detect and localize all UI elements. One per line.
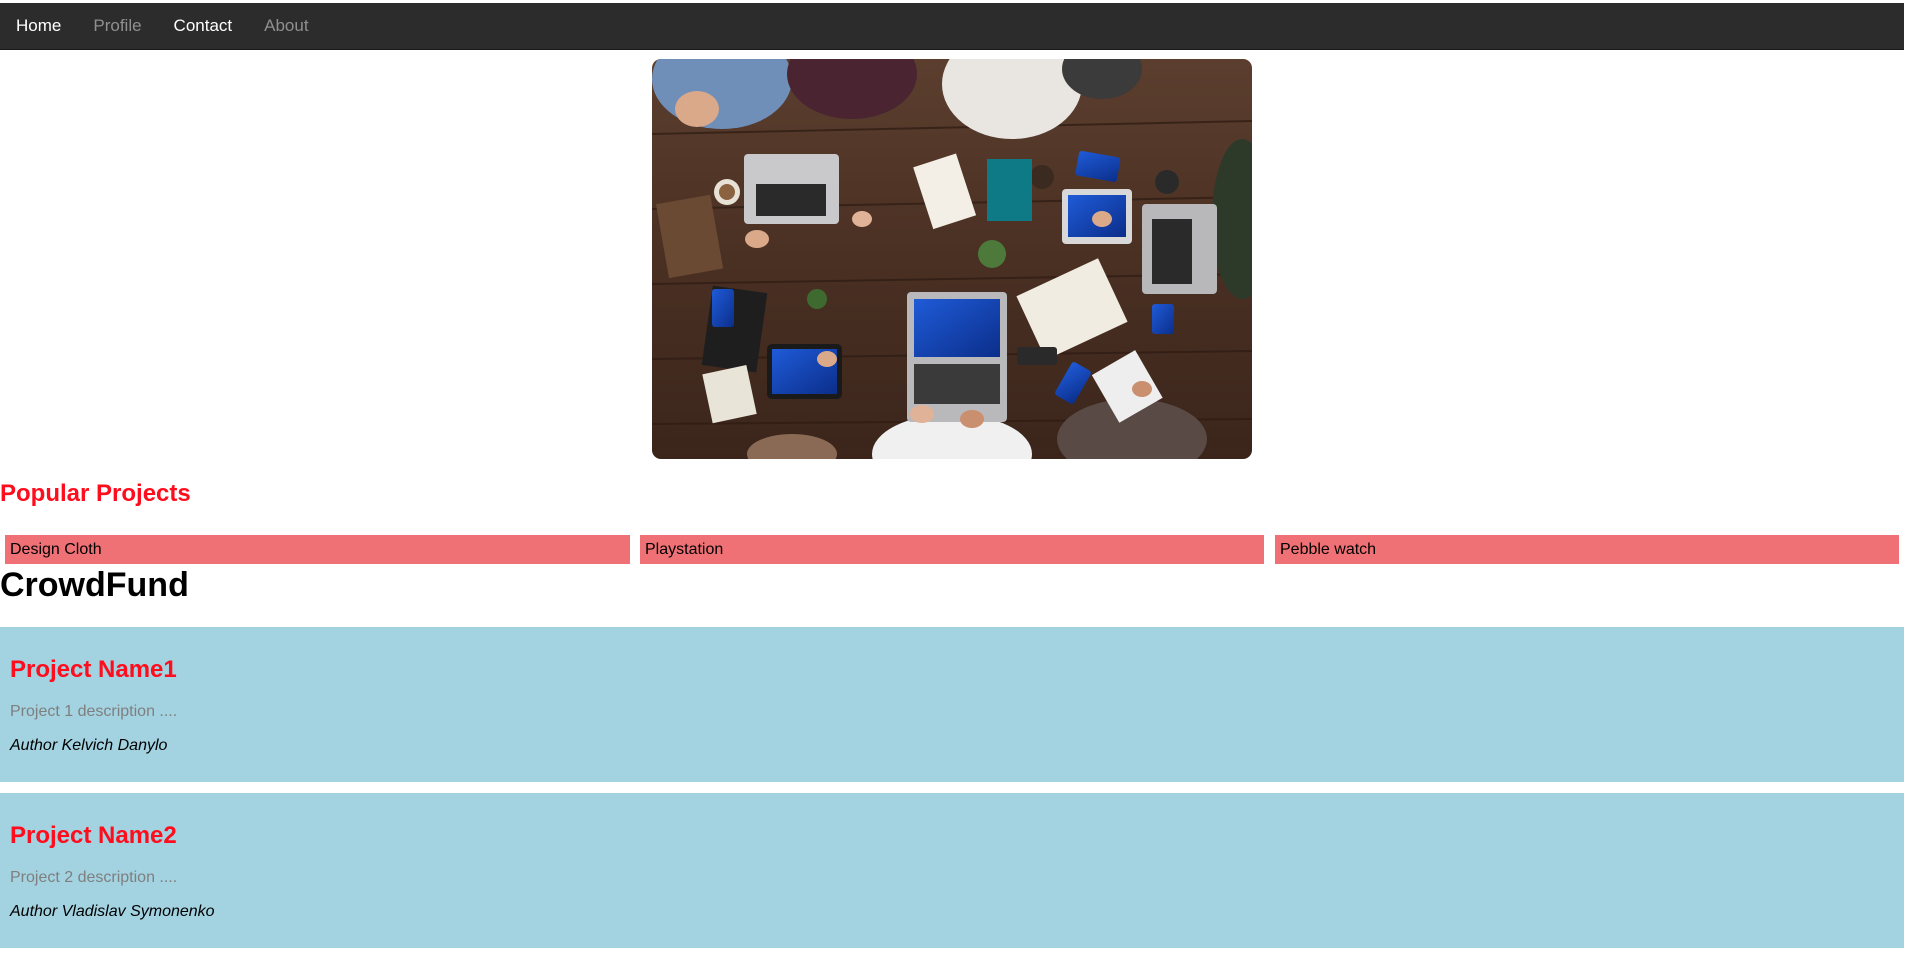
popular-item-playstation[interactable]: Playstation bbox=[640, 535, 1264, 564]
nav-link-contact[interactable]: Contact bbox=[158, 3, 249, 49]
project-card: Project Name2 Project 2 description ....… bbox=[0, 793, 1904, 948]
project-author: Author Vladislav Symonenko bbox=[10, 903, 215, 920]
popular-item-pebble-watch[interactable]: Pebble watch bbox=[1275, 535, 1899, 564]
hero-image bbox=[652, 59, 1252, 459]
nav-link-profile[interactable]: Profile bbox=[77, 3, 157, 49]
project-description: Project 2 description .... bbox=[10, 869, 178, 886]
nav-link-home[interactable]: Home bbox=[0, 3, 77, 49]
team-meeting-photo bbox=[652, 59, 1252, 459]
project-description: Project 1 description .... bbox=[10, 703, 178, 720]
project-name: Project Name1 bbox=[10, 656, 177, 683]
page: Home Profile Contact About Popular Proje… bbox=[0, 0, 1906, 963]
brand-title: CrowdFund bbox=[0, 566, 189, 604]
project-card: Project Name1 Project 1 description ....… bbox=[0, 627, 1904, 782]
popular-projects-title: Popular Projects bbox=[0, 480, 191, 507]
project-name: Project Name2 bbox=[10, 822, 177, 849]
nav-link-about[interactable]: About bbox=[248, 3, 324, 49]
popular-item-design-cloth[interactable]: Design Cloth bbox=[5, 535, 630, 564]
project-author: Author Kelvich Danylo bbox=[10, 737, 168, 754]
navbar: Home Profile Contact About bbox=[0, 3, 1904, 50]
